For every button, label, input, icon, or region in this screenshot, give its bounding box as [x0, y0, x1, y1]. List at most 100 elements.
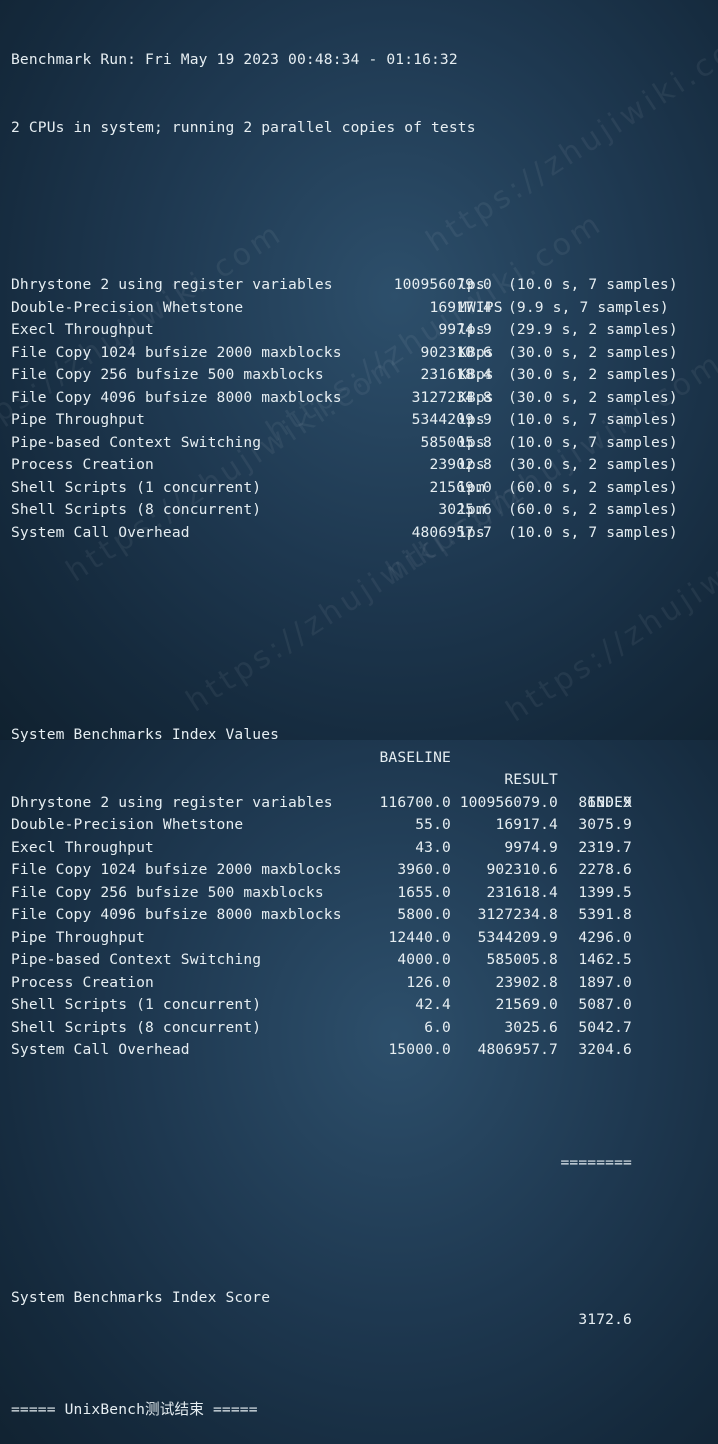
- index-row-baseline: 4000.0: [397, 951, 451, 968]
- index-row-baseline: 55.0: [415, 816, 451, 833]
- result-timing: (30.0 s, 2 samples): [508, 456, 678, 473]
- index-row-result: 585005.8: [486, 951, 558, 968]
- index-header: System Benchmarks Index Values BASELINE …: [11, 702, 632, 811]
- baseline-header: BASELINE: [379, 748, 451, 766]
- result-name: File Copy 256 bufsize 500 maxblocks: [11, 366, 324, 383]
- index-row-index: 5087.0: [578, 996, 632, 1013]
- result-row: File Copy 256 bufsize 500 maxblocks 23161…: [11, 364, 678, 387]
- score-label: System Benchmarks Index Score: [11, 1288, 271, 1306]
- index-row-result: 3025.6: [504, 1018, 558, 1036]
- run-line: Benchmark Run: Fri May 19 2023 00:48:34 …: [11, 51, 458, 68]
- index-rows: Dhrystone 2 using register variables 1167…: [11, 792, 632, 1062]
- result-name: Execl Throughput: [11, 321, 154, 338]
- index-row: File Copy 1024 bufsize 2000 maxblocks 396…: [11, 859, 632, 882]
- result-unit: lps: [458, 523, 485, 541]
- index-row-index: 8650.9: [578, 793, 632, 811]
- index-row-result: 21569.0: [495, 996, 558, 1013]
- index-row-baseline: 43.0: [415, 838, 451, 856]
- result-row: Double-Precision Whetstone 16917.4 MWIPS (9…: [11, 297, 669, 320]
- result-name: Double-Precision Whetstone: [11, 298, 244, 316]
- result-name: Pipe-based Context Switching: [11, 433, 262, 451]
- index-row-result: 3127234.8: [477, 906, 558, 923]
- result-unit: lpm: [458, 501, 485, 518]
- index-row-index: 1399.5: [578, 883, 632, 901]
- index-row-baseline: 6.0: [424, 1018, 451, 1036]
- index-row-result: 23902.8: [495, 973, 558, 991]
- result-row: File Copy 1024 bufsize 2000 maxblocks 902…: [11, 342, 678, 365]
- index-row: Shell Scripts (1 concurrent) 42.4 21569.0 5…: [11, 994, 632, 1017]
- result-row: Shell Scripts (8 concurrent) 3025.6 lpm (60…: [11, 499, 678, 522]
- index-row: Execl Throughput 43.0 9974.9 2319.7: [11, 837, 632, 860]
- result-unit: lps: [458, 433, 485, 451]
- result-timing: (10.0 s, 7 samples): [508, 523, 678, 541]
- index-row-name: Pipe-based Context Switching: [11, 951, 262, 968]
- result-name: Dhrystone 2 using register variables: [11, 276, 333, 293]
- result-timing: (29.9 s, 2 samples): [508, 321, 678, 338]
- result-row: Pipe-based Context Switching 585005.8 lps(…: [11, 432, 678, 455]
- index-row-name: File Copy 256 bufsize 500 maxblocks: [11, 883, 324, 901]
- result-row: Shell Scripts (1 concurrent) 21569.0 lpm (6…: [11, 477, 678, 500]
- result-row: System Call Overhead 4806957.7 lps (10.0 s,…: [11, 522, 678, 545]
- index-row-name: Execl Throughput: [11, 838, 154, 856]
- index-title: System Benchmarks Index Values: [11, 726, 280, 743]
- result-unit: KBps: [458, 388, 494, 406]
- index-row-index: 4296.0: [578, 928, 632, 946]
- score-line: System Benchmarks Index Score 3172.6: [11, 1264, 632, 1329]
- result-timing: (10.0 s, 7 samples): [508, 433, 678, 451]
- index-row-result: 100956079.0: [459, 793, 558, 811]
- index-row: Double-Precision Whetstone 55.0 16917.4 307…: [11, 814, 632, 837]
- index-row-name: Pipe Throughput: [11, 928, 146, 946]
- index-row: Pipe-based Context Switching 4000.0 585005…: [11, 949, 632, 972]
- index-row-name: System Call Overhead: [11, 1041, 190, 1058]
- index-row-baseline: 126.0: [406, 973, 451, 991]
- results-list: Dhrystone 2 using register variables 1009…: [11, 274, 678, 545]
- footer-line: ===== UnixBench测试结束 =====: [11, 1401, 258, 1418]
- result-timing: (30.0 s, 2 samples): [508, 388, 678, 406]
- index-row-name: Double-Precision Whetstone: [11, 816, 244, 833]
- separator: ========: [560, 1153, 632, 1171]
- index-row-index: 2319.7: [578, 838, 632, 856]
- index-row: Shell Scripts (8 concurrent) 6.0 3025.6 504…: [11, 1017, 632, 1040]
- index-row-index: 2278.6: [578, 861, 632, 878]
- result-timing: (10.0 s, 7 samples): [508, 411, 678, 428]
- result-timing: (30.0 s, 2 samples): [508, 343, 678, 361]
- result-timing: (60.0 s, 2 samples): [508, 501, 678, 518]
- result-name: File Copy 1024 bufsize 2000 maxblocks: [11, 343, 342, 361]
- index-row-index: 3204.6: [578, 1041, 632, 1058]
- result-unit: KBps: [458, 343, 494, 361]
- result-name: Process Creation: [11, 456, 154, 473]
- result-name: Shell Scripts (8 concurrent): [11, 501, 262, 518]
- index-row-name: Shell Scripts (8 concurrent): [11, 1018, 262, 1036]
- result-unit: lps: [458, 411, 485, 428]
- index-row: File Copy 4096 bufsize 8000 maxblocks 580…: [11, 904, 632, 927]
- result-timing: (10.0 s, 7 samples): [508, 276, 678, 293]
- index-row: System Call Overhead 15000.0 4806957.7 3204…: [11, 1039, 632, 1062]
- index-row-result: 5344209.9: [477, 928, 558, 946]
- terminal-output: Benchmark Run: Fri May 19 2023 00:48:34 …: [11, 4, 678, 1444]
- index-row-baseline: 42.4: [415, 996, 451, 1013]
- result-unit: lps: [458, 456, 485, 473]
- index-row-index: 1462.5: [578, 951, 632, 968]
- result-row: Execl Throughput 9974.9 lps (29.9 s, 2 samp…: [11, 319, 678, 342]
- result-row: Dhrystone 2 using register variables 1009…: [11, 274, 678, 297]
- result-row: File Copy 4096 bufsize 8000 maxblocks 312…: [11, 387, 678, 410]
- index-row-result: 4806957.7: [477, 1041, 558, 1058]
- index-row-baseline: 3960.0: [397, 861, 451, 878]
- separator-line: ========: [11, 1129, 632, 1171]
- result-timing: (60.0 s, 2 samples): [508, 478, 678, 496]
- index-row-index: 3075.9: [578, 816, 632, 833]
- index-row-baseline: 15000.0: [388, 1041, 451, 1058]
- result-timing: (9.9 s, 7 samples): [508, 298, 669, 316]
- result-unit: MWIPS: [458, 298, 503, 316]
- index-row-baseline: 12440.0: [388, 928, 451, 946]
- result-unit: lps: [458, 321, 485, 338]
- index-row-result: 16917.4: [495, 816, 558, 833]
- index-row-name: Shell Scripts (1 concurrent): [11, 996, 262, 1013]
- result-row: Process Creation 23902.8 lps (30.0 s, 2 sam…: [11, 454, 678, 477]
- index-row-result: 9974.9: [504, 838, 558, 856]
- index-row-result: 231618.4: [486, 883, 558, 901]
- result-row: Pipe Throughput 5344209.9 lps (10.0 s, 7 sa…: [11, 409, 678, 432]
